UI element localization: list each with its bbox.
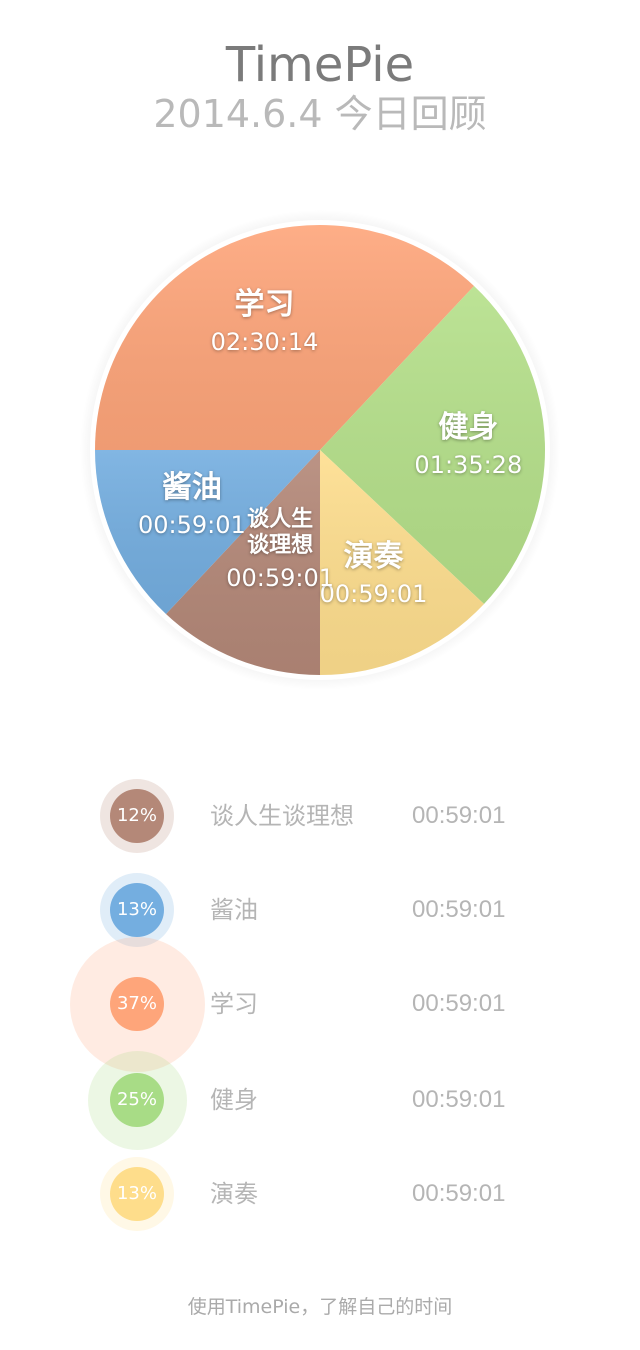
legend-duration: 00:59:01 [412, 1180, 506, 1207]
legend-row[interactable]: 13% 演奏 00:59:01 [0, 1157, 640, 1231]
legend-percent-badge: 13% [110, 883, 164, 937]
legend-row[interactable]: 25% 健身 00:59:01 [0, 1050, 640, 1150]
legend-duration: 00:59:01 [412, 1086, 506, 1113]
pie-slice-time: 00:59:01 [226, 564, 335, 593]
pie-slice-time: 01:35:28 [414, 451, 523, 480]
pie-slice-label: 酱油 00:59:01 [138, 470, 246, 540]
pie-slice-name: 健身 [438, 410, 499, 446]
legend-activity-name: 健身 [210, 1086, 258, 1114]
legend-activity-name: 酱油 [210, 896, 258, 924]
legend-percent-badge: 37% [110, 977, 164, 1031]
pie-chart: 学习 02:30:14 健身 01:35:28 演奏 00:59:01 谈人生 谈理想 00:… [0, 0, 640, 700]
legend-row[interactable]: 37% 学习 00:59:01 [0, 936, 640, 1072]
legend-row[interactable]: 13% 酱油 00:59:01 [0, 873, 640, 947]
legend-duration: 00:59:01 [412, 802, 506, 829]
pie-slice-label: 学习 02:30:14 [211, 287, 319, 357]
legend-duration: 00:59:01 [412, 990, 506, 1017]
pie-slice-time: 00:59:01 [137, 511, 246, 540]
legend-percent-badge: 12% [110, 789, 164, 843]
pie-slice-name: 学习 [234, 286, 295, 322]
legend-activity-name: 谈人生谈理想 [210, 802, 354, 830]
legend-activity-name: 演奏 [210, 1180, 258, 1208]
legend-percent-badge: 13% [110, 1167, 164, 1221]
legend-duration: 00:59:01 [412, 896, 506, 923]
footer-slogan: 使用TimePie，了解自己的时间 [187, 1296, 453, 1318]
pie-slice-time: 02:30:14 [210, 327, 319, 356]
legend-activity-name: 学习 [210, 990, 258, 1018]
pie-slice-time: 00:59:01 [319, 579, 428, 608]
pie-slice-label: 演奏 00:59:01 [320, 539, 428, 609]
pie-slice-name: 酱油 [161, 470, 222, 506]
pie-slice-label: 健身 01:35:28 [414, 410, 522, 480]
legend-row[interactable]: 12% 谈人生谈理想 00:59:01 [0, 779, 640, 853]
pie-slice-name: 演奏 [343, 538, 404, 574]
legend-percent-badge: 25% [110, 1073, 164, 1127]
